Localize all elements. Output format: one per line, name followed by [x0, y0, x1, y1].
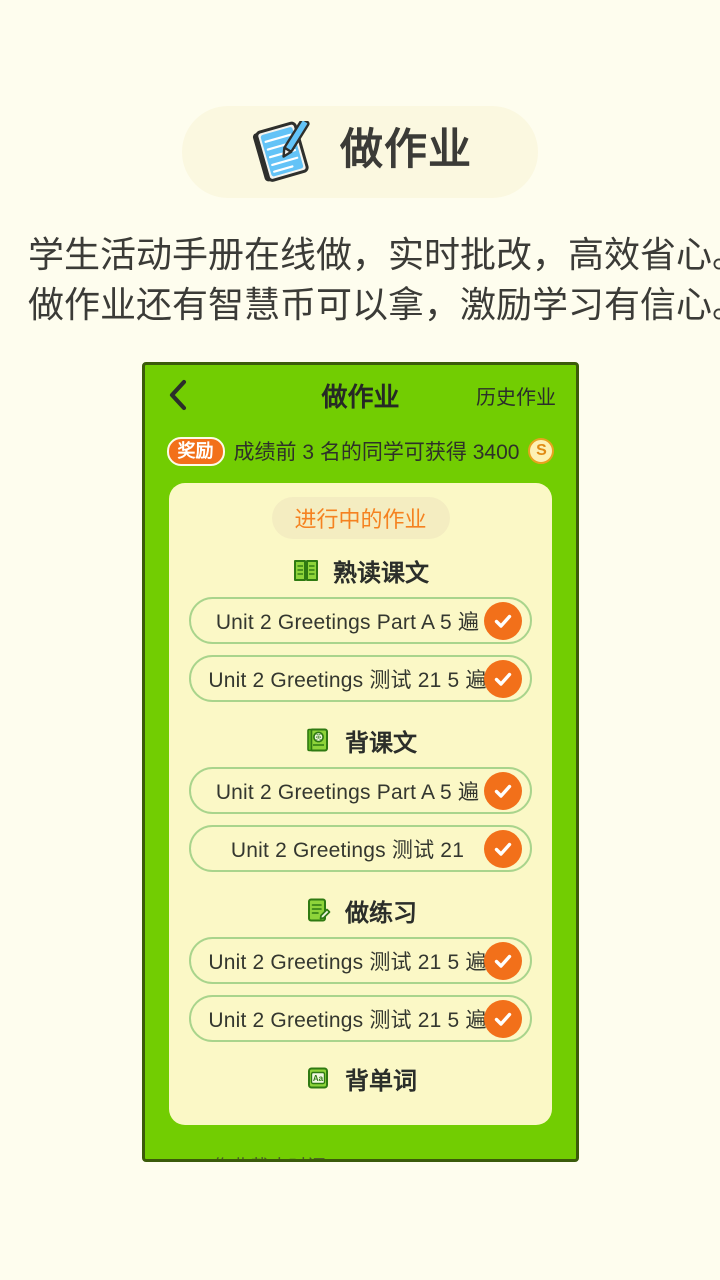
- reward-banner: 奖励 成绩前 3 名的同学可获得 3400 S: [145, 427, 576, 475]
- task-row[interactable]: Unit 2 Greetings 测试 21: [189, 825, 532, 872]
- reward-badge: 奖励: [166, 436, 225, 466]
- page-description: 学生活动手册在线做，实时批改，高效省心。 做作业还有智慧币可以拿，激励学习有信心…: [28, 230, 720, 331]
- section-header: 英 背课文: [189, 713, 532, 767]
- section-title: 熟读课文: [333, 559, 429, 587]
- section-title: 背单词: [345, 1067, 417, 1095]
- notebook-pencil-icon: [248, 118, 314, 183]
- task-complete-check-icon[interactable]: [484, 771, 522, 810]
- chevron-left-icon[interactable]: [165, 378, 191, 412]
- task-row[interactable]: Unit 2 Greetings 测试 21 5 遍: [189, 995, 532, 1042]
- english-book-icon: 英: [304, 726, 332, 754]
- task-row[interactable]: Unit 2 Greetings Part A 5 遍: [189, 767, 532, 814]
- task-label: Unit 2 Greetings Part A 5 遍: [215, 780, 480, 804]
- navbar: 做作业 历史作业: [145, 365, 576, 425]
- phone-screen: 做作业 历史作业 奖励 成绩前 3 名的同学可获得 3400 S 进行中的作业: [142, 362, 579, 1162]
- homework-card: 进行中的作业 熟读课文 Unit 2 Greetings Part A 5 遍 …: [169, 483, 552, 1125]
- deadline-text: 作业截止时间：2015-12-18 23：00: [145, 1152, 576, 1159]
- task-complete-check-icon[interactable]: [484, 659, 522, 698]
- svg-text:Aa: Aa: [313, 1074, 324, 1083]
- section-header: 熟读课文: [189, 543, 532, 597]
- section-title: 背课文: [345, 729, 417, 757]
- task-label: Unit 2 Greetings Part A 5 遍: [215, 610, 480, 634]
- open-book-icon: [292, 556, 320, 584]
- task-complete-check-icon[interactable]: [484, 941, 522, 980]
- section-header: 做练习: [189, 883, 532, 937]
- phone-mockup: 做作业 历史作业 奖励 成绩前 3 名的同学可获得 3400 S 进行中的作业: [118, 362, 602, 1162]
- task-label: Unit 2 Greetings 测试 21 5 遍: [208, 668, 487, 692]
- vocabulary-aa-icon: Aa: [304, 1064, 332, 1092]
- task-complete-check-icon[interactable]: [484, 601, 522, 640]
- task-row[interactable]: Unit 2 Greetings 测试 21 5 遍: [189, 937, 532, 984]
- task-label: Unit 2 Greetings 测试 21 5 遍: [208, 950, 487, 974]
- page-title: 做作业: [340, 125, 472, 174]
- task-complete-check-icon[interactable]: [484, 999, 522, 1038]
- status-badge: 进行中的作业: [271, 497, 450, 539]
- page-title-pill: 做作业: [182, 106, 538, 198]
- task-row[interactable]: Unit 2 Greetings Part A 5 遍: [189, 597, 532, 644]
- description-line-1: 学生活动手册在线做，实时批改，高效省心。: [28, 234, 720, 275]
- page-root: 做作业 学生活动手册在线做，实时批改，高效省心。 做作业还有智慧币可以拿，激励学…: [0, 0, 720, 1280]
- exercise-pencil-icon: [304, 896, 332, 924]
- task-label: Unit 2 Greetings 测试 21 5 遍: [208, 1008, 487, 1032]
- history-homework-link[interactable]: 历史作业: [476, 381, 556, 410]
- task-label: Unit 2 Greetings 测试 21: [230, 838, 465, 862]
- section-header: Aa 背单词: [189, 1053, 532, 1103]
- section-title: 做练习: [345, 899, 417, 927]
- task-complete-check-icon[interactable]: [484, 829, 522, 868]
- reward-text: 成绩前 3 名的同学可获得 3400: [233, 441, 520, 464]
- svg-text:英: 英: [315, 734, 321, 742]
- description-line-2: 做作业还有智慧币可以拿，激励学习有信心。: [28, 284, 720, 326]
- coin-icon: S: [528, 438, 555, 464]
- task-row[interactable]: Unit 2 Greetings 测试 21 5 遍: [189, 655, 532, 702]
